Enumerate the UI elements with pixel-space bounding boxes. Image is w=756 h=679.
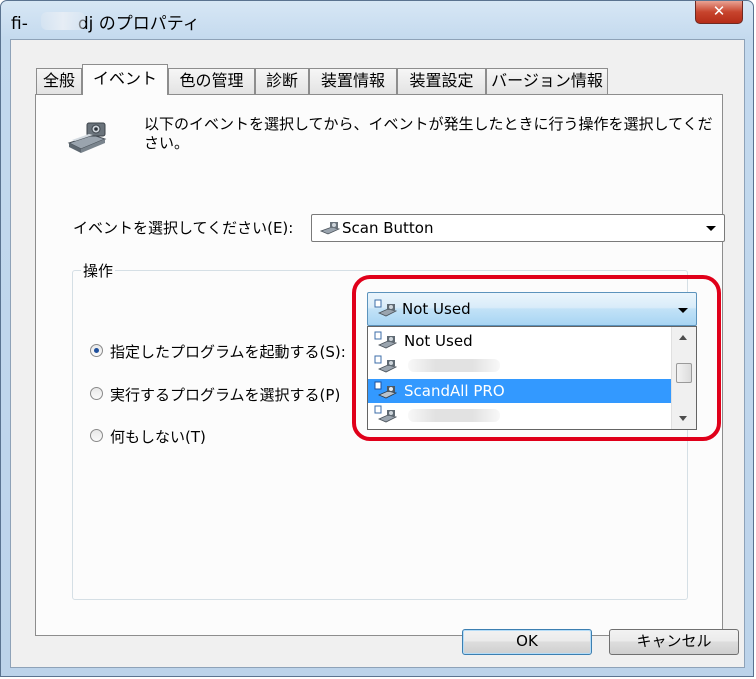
program-icon bbox=[374, 355, 398, 375]
program-option-scandall-pro[interactable]: ScandAll PRO bbox=[368, 379, 671, 403]
radio-do-nothing-label: 何もしない(T) bbox=[110, 428, 206, 446]
scroll-down-arrow-icon[interactable] bbox=[679, 416, 687, 421]
dropdown-scrollbar[interactable] bbox=[671, 327, 696, 429]
program-combobox[interactable]: Not Used bbox=[367, 292, 697, 326]
redacted-model-name bbox=[41, 12, 85, 30]
close-button[interactable]: ✕ bbox=[695, 1, 743, 24]
radio-start-program-label: 指定したプログラムを起動する(S): bbox=[110, 343, 346, 361]
instructions-text: 以下のイベントを選択してから、イベントが発生したときに行う操作を選択してください… bbox=[144, 115, 713, 152]
radio-button[interactable] bbox=[90, 387, 103, 400]
tab-diagnostics[interactable]: 診断 bbox=[255, 68, 309, 94]
scanner-icon bbox=[65, 119, 109, 161]
program-icon bbox=[374, 299, 398, 319]
title-bar[interactable]: fi-dj のプロパティ ✕ bbox=[1, 1, 753, 41]
program-option-redacted[interactable] bbox=[368, 353, 671, 377]
program-option-redacted[interactable] bbox=[368, 403, 671, 427]
scroll-thumb[interactable] bbox=[676, 363, 692, 383]
tab-device-settings[interactable]: 装置設定 bbox=[397, 68, 486, 94]
chevron-down-icon bbox=[678, 308, 688, 313]
program-icon bbox=[374, 331, 398, 351]
program-icon bbox=[374, 405, 398, 425]
program-option-label: Not Used bbox=[404, 332, 473, 350]
radio-button[interactable] bbox=[90, 429, 103, 442]
chevron-down-icon bbox=[706, 226, 716, 231]
event-value: Scan Button bbox=[342, 219, 434, 237]
radio-choose-program-label: 実行するプログラムを選択する(P) bbox=[110, 386, 341, 404]
tab-version-info[interactable]: バージョン情報 bbox=[486, 68, 608, 94]
scan-button-icon bbox=[319, 220, 341, 240]
window-title: fi-dj のプロパティ bbox=[11, 14, 200, 34]
redacted-program-name bbox=[408, 359, 500, 372]
action-group-label: 操作 bbox=[81, 260, 116, 281]
tab-events[interactable]: イベント bbox=[82, 64, 168, 95]
tab-general[interactable]: 全般 bbox=[36, 68, 82, 94]
event-combobox[interactable]: Scan Button bbox=[311, 214, 725, 242]
event-select-label: イベントを選択してください(E): bbox=[73, 219, 294, 237]
redacted-program-name bbox=[408, 409, 500, 422]
program-option-not-used[interactable]: Not Used bbox=[368, 329, 671, 353]
tab-device-info[interactable]: 装置情報 bbox=[309, 68, 397, 94]
ok-button[interactable]: OK bbox=[462, 629, 592, 655]
tab-color-management[interactable]: 色の管理 bbox=[168, 68, 255, 94]
program-value: Not Used bbox=[402, 300, 471, 318]
program-icon bbox=[374, 381, 398, 401]
program-dropdown-list: Not Used ScandAll PRO bbox=[367, 326, 697, 430]
cancel-button[interactable]: キャンセル bbox=[609, 629, 739, 655]
program-option-label: ScandAll PRO bbox=[404, 382, 505, 400]
radio-button-checked[interactable] bbox=[90, 344, 103, 357]
scroll-up-arrow-icon[interactable] bbox=[679, 335, 687, 340]
